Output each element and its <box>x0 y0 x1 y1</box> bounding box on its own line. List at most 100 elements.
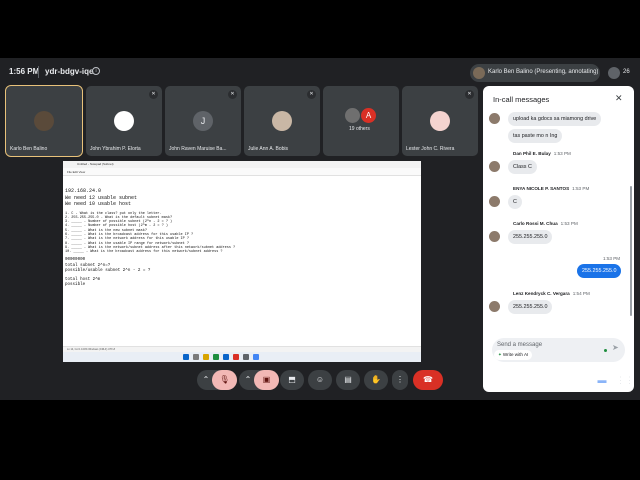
participant-tile[interactable]: ✕ Lester John C. Rivera <box>402 86 478 156</box>
camera-control[interactable]: ⌃ ▣ <box>239 370 279 390</box>
presenter-avatar <box>473 67 485 79</box>
message-time: 1:53 PM <box>572 186 590 191</box>
leave-call-button[interactable]: ☎ <box>413 370 443 390</box>
top-bar: 1:56 PM ydr-bdgv-iqe i Karlo Ben Balino … <box>0 58 640 88</box>
participant-name: Lester John C. Rivera <box>406 146 455 152</box>
avatar <box>489 301 500 312</box>
mic-off-icon: ✕ <box>307 90 316 99</box>
avatar <box>489 196 500 207</box>
others-count: 19 others <box>349 126 370 132</box>
present-icon: ⬒ <box>288 375 296 384</box>
message-sender: Lenz Kendryck C. Vergara 1:54 PM <box>513 291 590 296</box>
present-button[interactable]: ⬒ <box>280 370 304 390</box>
more-options-button[interactable]: ⋮ <box>392 370 408 390</box>
raise-hand-button[interactable]: ✋ <box>364 370 388 390</box>
chat-message: C <box>508 195 522 209</box>
message-time: 1:53 PM <box>603 256 621 261</box>
mic-toggle[interactable]: 🎙 <box>212 370 237 390</box>
participant-tile[interactable]: ✕ J John Raven Maruise Ba... <box>165 86 241 156</box>
notepad-title: Untitled - Notepad (Subnet) <box>63 161 421 168</box>
shared-screen: Untitled - Notepad (Subnet) File Edit Vi… <box>63 161 421 362</box>
chat-message: tas paste mo n Ing <box>508 129 563 143</box>
chat-message: upload ka gdocs sa miamong drive <box>508 112 602 126</box>
chat-scrollbar[interactable] <box>630 186 632 316</box>
meeting-time: 1:56 PM <box>9 67 40 76</box>
chat-message-own: 255.255.255.0 <box>577 264 622 278</box>
avatar <box>345 108 360 123</box>
emoji-button[interactable]: ☺ <box>308 370 332 390</box>
chevron-up-icon[interactable]: ⌃ <box>200 370 212 390</box>
apps-grid-icon[interactable]: ⋮⋮ <box>616 372 634 388</box>
message-time: 1:53 PM <box>553 151 571 156</box>
folder-icon <box>203 354 209 360</box>
screen-root: 1:56 PM ydr-bdgv-iqe i Karlo Ben Balino … <box>0 0 640 480</box>
meeting-code: ydr-bdgv-iqe <box>45 67 94 76</box>
avatar <box>489 231 500 242</box>
search-icon <box>193 354 199 360</box>
participant-tile[interactable]: ✕ John Ybrahim P. Elorta <box>86 86 162 156</box>
message-sender: Carlo Rossi M. Chua 1:53 PM <box>513 221 578 226</box>
captions-icon: ▤ <box>344 375 352 384</box>
start-icon <box>183 354 189 360</box>
send-icon[interactable]: ➤ <box>612 343 619 352</box>
notepad-icon <box>243 354 249 360</box>
avatar <box>272 111 292 131</box>
others-tile[interactable]: A 19 others <box>323 86 399 156</box>
message-input[interactable]: Send a message <box>497 342 542 348</box>
in-call-messages-panel: In-call messages ✕ upload ka gdocs sa mi… <box>483 86 634 392</box>
avatar <box>489 113 500 124</box>
people-icon <box>608 67 620 79</box>
status-dot <box>604 349 607 352</box>
app-icon <box>233 354 239 360</box>
mic-off-icon: ✕ <box>149 90 158 99</box>
mic-off-icon: 🎙 <box>219 375 230 384</box>
notepad-menu: File Edit View <box>63 168 421 176</box>
participant-name: John Raven Maruise Ba... <box>169 146 227 152</box>
participant-tile[interactable]: Karlo Ben Balino <box>5 85 83 157</box>
info-icon[interactable]: i <box>92 67 100 75</box>
people-button[interactable]: 26 <box>606 64 634 82</box>
mic-off-icon: ✕ <box>465 90 474 99</box>
participant-name: Karlo Ben Balino <box>10 146 48 152</box>
message-time: 1:54 PM <box>572 291 590 296</box>
avatar <box>430 111 450 131</box>
close-icon[interactable]: ✕ <box>615 93 623 104</box>
meet-window: 1:56 PM ydr-bdgv-iqe i Karlo Ben Balino … <box>0 58 640 400</box>
panel-title: In-call messages <box>493 95 550 104</box>
message-composer[interactable]: Send a message ✦Write with AI ➤ <box>492 338 625 362</box>
chat-message: 255.255.255.0 <box>508 230 553 244</box>
chat-message: Class C <box>508 160 537 174</box>
more-vert-icon: ⋮ <box>396 375 404 384</box>
emoji-icon: ☺ <box>315 375 325 384</box>
participant-tile[interactable]: ✕ Julie Ann A. Bobis <box>244 86 320 156</box>
raise-hand-icon: ✋ <box>371 375 381 384</box>
presenter-label: Karlo Ben Balino (Presenting, annotating… <box>488 69 599 75</box>
divider <box>38 66 39 78</box>
avatar: J <box>193 111 213 131</box>
chevron-up-icon[interactable]: ⌃ <box>242 370 254 390</box>
edge-icon <box>223 354 229 360</box>
hangup-icon: ☎ <box>423 375 433 384</box>
avatar <box>489 161 500 172</box>
message-sender: Dan Phil E. Bulay 1:53 PM <box>513 151 571 156</box>
mic-control[interactable]: ⌃ 🎙 <box>197 370 237 390</box>
camera-toggle[interactable]: ▣ <box>254 370 279 390</box>
camera-off-icon: ▣ <box>262 375 271 384</box>
app-icon <box>213 354 219 360</box>
message-sender: ENYA NICOLE P. SANTOS 1:53 PM <box>513 186 590 191</box>
avatar <box>34 111 54 131</box>
chat-message: 255.255.255.0 <box>508 300 553 314</box>
sparkle-icon: ✦ <box>498 352 502 357</box>
write-with-ai-button[interactable]: ✦Write with AI <box>494 350 533 360</box>
participant-name: Julie Ann A. Bobis <box>248 146 289 152</box>
doc-line: possible <box>65 283 86 288</box>
chat-icon[interactable]: ▬ <box>594 372 610 388</box>
avatar: A <box>361 108 376 123</box>
notepad-document: 192.168.24.0 We need 12 usable subnet We… <box>65 188 417 346</box>
chrome-icon <box>253 354 259 360</box>
participant-name: John Ybrahim P. Elorta <box>90 146 141 152</box>
mic-off-icon: ✕ <box>228 90 237 99</box>
captions-button[interactable]: ▤ <box>336 370 360 390</box>
presenter-chip[interactable]: Karlo Ben Balino (Presenting, annotating… <box>470 64 600 82</box>
message-time: 1:53 PM <box>560 221 578 226</box>
